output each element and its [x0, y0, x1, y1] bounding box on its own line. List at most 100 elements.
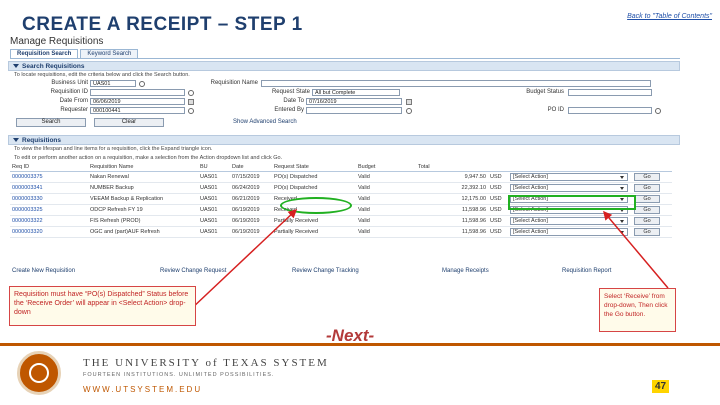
requisition-name: Nakan Renewal — [88, 171, 198, 183]
manage-receipts-link[interactable]: Manage Receipts — [442, 268, 489, 274]
date-from-calendar-icon[interactable] — [188, 99, 194, 105]
budget-status-label: Budget Status — [526, 89, 564, 95]
go-button[interactable]: Go — [634, 172, 660, 181]
req-id-link[interactable]: 0000003320 — [10, 226, 88, 238]
select-action-dropdown[interactable]: [Select Action] — [510, 227, 628, 236]
entered-by-field[interactable] — [306, 107, 402, 114]
total-amount: 11,598.96 — [416, 204, 488, 216]
slide-title: CREATE A RECEIPT – STEP 1 — [22, 14, 303, 35]
business-unit-lookup-icon[interactable] — [139, 81, 145, 87]
search-row-1: Business Unit UAS01 Requisition Name — [8, 80, 680, 89]
date-to-calendar-icon[interactable] — [406, 99, 412, 105]
action-dropdown-highlight — [508, 195, 636, 210]
business-unit: UAS01 — [198, 226, 230, 238]
requisitions-hint-1: To view the lifespan and line items for … — [14, 146, 213, 152]
date-to-field[interactable]: 07/16/2019 — [306, 98, 402, 105]
col-budget: Budget — [356, 163, 416, 172]
search-row-4: Requester 000100441 Entered By PO ID — [8, 107, 680, 116]
col-request-state: Request State — [272, 163, 356, 172]
budget-status-select[interactable] — [568, 89, 652, 96]
go-button[interactable]: Go — [634, 205, 660, 214]
select-action-dropdown[interactable]: [Select Action] — [510, 183, 628, 192]
page-number: 47 — [652, 380, 670, 393]
po-id-lookup-icon[interactable] — [655, 108, 661, 114]
requester-field[interactable]: 000100441 — [90, 107, 185, 114]
requisition-id-lookup-icon[interactable] — [188, 90, 194, 96]
search-buttons: Search Clear Show Advanced Search — [8, 118, 680, 129]
budget-status: Valid — [356, 215, 416, 227]
requisition-id-label: Requisition ID — [50, 89, 88, 95]
business-unit: UAS01 — [198, 171, 230, 183]
show-advanced-search-link[interactable]: Show Advanced Search — [233, 119, 297, 125]
request-state: PO(s) Dispatched — [272, 182, 356, 194]
business-unit: UAS01 — [198, 215, 230, 227]
total-amount: 9,947.50 — [416, 171, 488, 183]
search-tabs: Requisition Search Keyword Search — [10, 49, 680, 59]
action-cell: [Select Action] Go — [508, 182, 672, 194]
budget-status: Valid — [356, 171, 416, 183]
create-new-requisition-link[interactable]: Create New Requisition — [12, 268, 75, 274]
currency: USD — [488, 193, 508, 205]
budget-status: Valid — [356, 204, 416, 216]
requisition-date: 06/19/2019 — [230, 226, 272, 238]
select-action-dropdown[interactable]: [Select Action] — [510, 216, 628, 225]
requisitions-header[interactable]: Requisitions — [8, 135, 680, 145]
business-unit-field[interactable]: UAS01 — [90, 80, 136, 87]
go-button[interactable]: Go — [634, 194, 660, 203]
collapse-triangle-icon[interactable] — [13, 64, 19, 69]
clear-button[interactable]: Clear — [94, 118, 164, 127]
requisition-date: 06/24/2019 — [230, 182, 272, 194]
col-currency — [488, 163, 508, 172]
business-unit: UAS01 — [198, 204, 230, 216]
requisition-report-link[interactable]: Requisition Report — [562, 268, 611, 274]
select-action-dropdown[interactable]: [Select Action] — [510, 172, 628, 181]
requisition-name: FIS Refresh (PROD) — [88, 215, 198, 227]
total-amount: 12,175.00 — [416, 193, 488, 205]
tab-requisition-search[interactable]: Requisition Search — [10, 49, 79, 58]
search-requisitions-header[interactable]: Search Requisitions — [8, 61, 680, 71]
review-change-request-link[interactable]: Review Change Request — [160, 268, 226, 274]
date-to-label: Date To — [283, 98, 304, 104]
requisition-date: 06/19/2019 — [230, 204, 272, 216]
search-button[interactable]: Search — [16, 118, 86, 127]
col-requisition-name: Requisition Name — [88, 163, 198, 172]
request-state: PO(s) Dispatched — [272, 171, 356, 183]
entered-by-lookup-icon[interactable] — [406, 108, 412, 114]
date-from-label: Date From — [59, 98, 88, 104]
back-to-toc-link[interactable]: Back to "Table of Contents" — [627, 13, 712, 20]
total-amount: 11,598.96 — [416, 215, 488, 227]
bottom-links: Create New Requisition Review Change Req… — [10, 268, 680, 277]
requisition-name-label: Requisition Name — [210, 80, 258, 86]
currency: USD — [488, 171, 508, 183]
search-row-2: Requisition ID Request State All but Com… — [8, 89, 680, 98]
currency: USD — [488, 226, 508, 238]
req-id-link[interactable]: 0000003375 — [10, 171, 88, 183]
req-id-link[interactable]: 0000003322 — [10, 215, 88, 227]
requisition-name-field[interactable] — [261, 80, 651, 87]
requisitions-hint-2: To edit or perform another action on a r… — [14, 155, 283, 161]
req-id-link[interactable]: 0000003325 — [10, 204, 88, 216]
total-amount: 11,598.96 — [416, 226, 488, 238]
tab-keyword-search[interactable]: Keyword Search — [80, 49, 139, 58]
requester-lookup-icon[interactable] — [188, 108, 194, 114]
collapse-triangle-icon[interactable] — [13, 138, 19, 143]
table-row: 0000003322 FIS Refresh (PROD) UAS01 06/19/2… — [10, 215, 672, 227]
budget-status: Valid — [356, 226, 416, 238]
go-button[interactable]: Go — [634, 216, 660, 225]
date-from-field[interactable]: 06/06/2019 — [90, 98, 185, 105]
review-change-tracking-link[interactable]: Review Change Tracking — [292, 268, 359, 274]
go-button[interactable]: Go — [634, 227, 660, 236]
manage-requisitions-screenshot: Manage Requisitions Requisition Search K… — [8, 36, 680, 280]
currency: USD — [488, 204, 508, 216]
university-url[interactable]: WWW.UTSYSTEM.EDU — [83, 385, 202, 394]
requisition-id-field[interactable] — [90, 89, 185, 96]
footer-accent-strip — [0, 343, 720, 346]
req-id-link[interactable]: 0000003341 — [10, 182, 88, 194]
req-id-link[interactable]: 0000003330 — [10, 193, 88, 205]
po-id-field[interactable] — [568, 107, 652, 114]
table-row: 0000003320 OGC and (part)AUF Refresh UAS01… — [10, 226, 672, 238]
request-state: Partially Received — [272, 226, 356, 238]
currency: USD — [488, 182, 508, 194]
go-button[interactable]: Go — [634, 183, 660, 192]
request-state-select[interactable]: All but Complete — [312, 89, 400, 96]
